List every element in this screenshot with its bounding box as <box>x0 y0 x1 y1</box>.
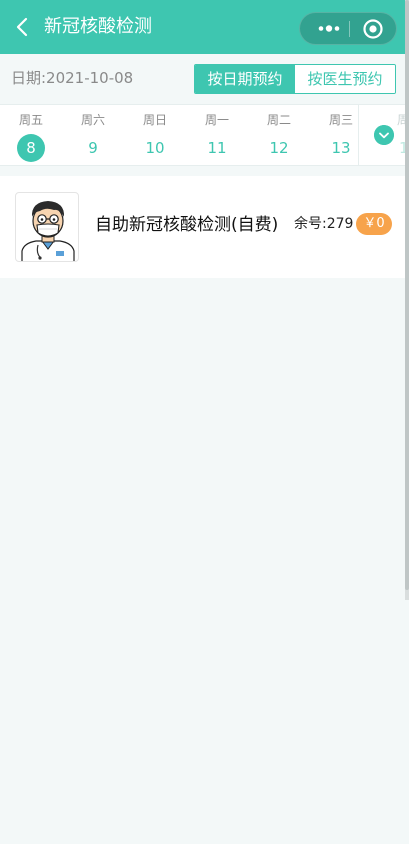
day-item[interactable]: 周六 9 <box>73 105 113 165</box>
remaining-slots: 余号:279 <box>294 216 354 232</box>
by-doctor-tab[interactable]: 按医生预约 <box>295 65 395 93</box>
week-date-picker: 周五 8 周六 9 周日 10 周一 11 周二 12 周三 13 周 1 <box>0 104 409 166</box>
day-item[interactable]: 周五 8 <box>11 105 51 165</box>
day-weekday: 周五 <box>18 113 43 127</box>
day-item[interactable]: 周日 10 <box>135 105 175 165</box>
chevron-down-icon[interactable] <box>374 125 394 145</box>
capsule-divider <box>349 21 350 37</box>
more-dots-icon[interactable] <box>312 13 346 44</box>
doctor-avatar-icon <box>21 201 75 261</box>
day-number: 11 <box>207 139 227 157</box>
day-weekday: 周一 <box>204 113 229 127</box>
day-weekday: 周三 <box>328 113 353 127</box>
scrollbar-thumb[interactable] <box>405 0 409 590</box>
day-weekday: 周二 <box>266 113 291 127</box>
mini-program-capsule <box>299 12 397 45</box>
target-close-icon[interactable] <box>360 16 386 42</box>
day-number: 8 <box>17 134 45 162</box>
page-title: 新冠核酸检测 <box>44 16 152 37</box>
day-number: 13 <box>331 139 351 157</box>
service-card[interactable]: 自助新冠核酸检测(自费) 余号:279 ￥0 <box>0 176 409 278</box>
service-name: 自助新冠核酸检测(自费) <box>95 215 279 235</box>
by-date-tab[interactable]: 按日期预约 <box>195 65 295 93</box>
day-item[interactable]: 周二 12 <box>259 105 299 165</box>
day-number: 10 <box>145 139 165 157</box>
day-number: 9 <box>88 139 98 157</box>
price-badge: ￥0 <box>356 213 392 235</box>
top-navigation-bar: 新冠核酸检测 <box>0 0 409 54</box>
day-item[interactable]: 周三 13 <box>321 105 361 165</box>
current-date-label: 日期:2021-10-08 <box>11 69 134 87</box>
day-weekday: 周日 <box>142 113 167 127</box>
chevron-left-icon[interactable] <box>12 15 34 39</box>
day-item[interactable]: 周一 11 <box>197 105 237 165</box>
doctor-avatar <box>15 192 79 262</box>
day-number: 12 <box>269 139 289 157</box>
booking-mode-switch: 按日期预约 按医生预约 <box>194 64 396 94</box>
date-bar: 日期:2021-10-08 按日期预约 按医生预约 <box>0 54 409 104</box>
expand-calendar-button[interactable]: 周 1 <box>358 105 409 165</box>
day-weekday: 周六 <box>80 113 105 127</box>
